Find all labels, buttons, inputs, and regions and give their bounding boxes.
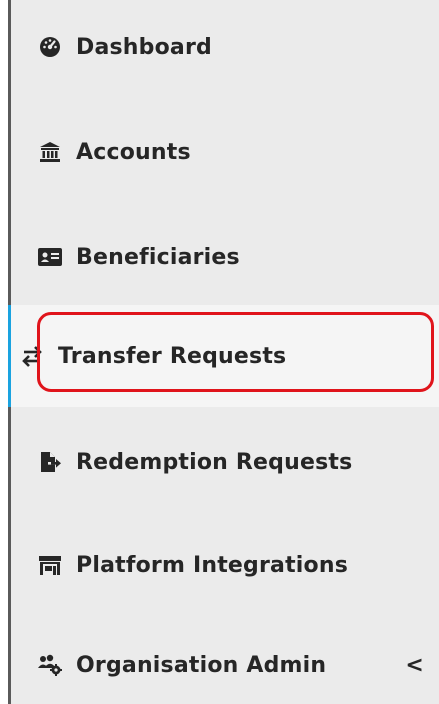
sidebar-item-platform-integrations[interactable]: Platform Integrations	[11, 535, 439, 595]
sidebar-item-label: Redemption Requests	[76, 449, 353, 475]
sidebar-item-label: Platform Integrations	[76, 552, 349, 578]
sidebar-item-redemption-requests[interactable]: Redemption Requests	[11, 432, 439, 492]
store-icon	[38, 553, 62, 577]
chevron-left-icon[interactable]: <	[405, 653, 424, 678]
bank-icon	[38, 140, 62, 164]
sidebar-item-label: Transfer Requests	[58, 343, 287, 369]
exchange-arrows-icon	[20, 344, 44, 368]
sidebar-item-dashboard[interactable]: Dashboard	[11, 17, 439, 77]
sidebar-item-transfer-requests[interactable]: Transfer Requests	[11, 305, 439, 407]
dashboard-gauge-icon	[38, 35, 62, 59]
sidebar-item-label: Organisation Admin	[76, 652, 327, 678]
id-card-icon	[38, 245, 62, 269]
sidebar-item-label: Accounts	[76, 139, 191, 165]
sidebar-item-label: Beneficiaries	[76, 244, 240, 270]
sidebar-nav: Dashboard Accounts Beneficiaries Transfe…	[8, 0, 439, 704]
file-export-icon	[38, 450, 62, 474]
users-cog-icon	[38, 653, 62, 677]
sidebar-item-label: Dashboard	[76, 34, 212, 60]
sidebar-item-beneficiaries[interactable]: Beneficiaries	[11, 227, 439, 287]
sidebar-item-accounts[interactable]: Accounts	[11, 122, 439, 182]
sidebar-item-organisation-admin[interactable]: Organisation Admin <	[11, 635, 439, 695]
